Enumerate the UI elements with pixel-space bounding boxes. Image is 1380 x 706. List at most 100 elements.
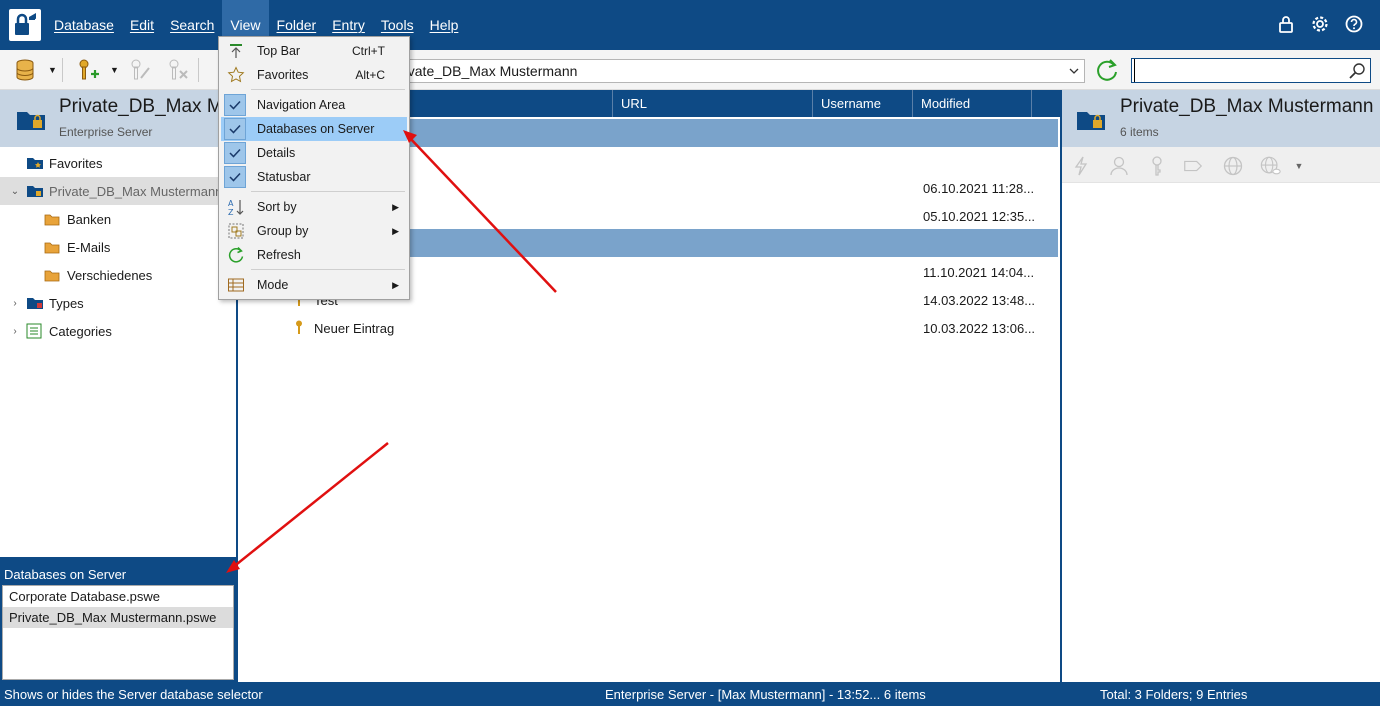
menu-help[interactable]: Help: [422, 0, 467, 50]
database-button[interactable]: ▼: [14, 56, 57, 84]
tree-item-types[interactable]: › Types: [0, 289, 236, 317]
key-delete-icon: [169, 59, 188, 80]
dropdown-arrow-icon[interactable]: ▼: [1288, 155, 1310, 177]
navigation-title: Private_DB_Max M...: [59, 96, 234, 117]
checkmark-icon: [224, 118, 246, 140]
menu-separator: [251, 269, 405, 270]
refresh-button[interactable]: [1094, 57, 1120, 83]
tree-item-label: Banken: [67, 211, 112, 227]
chevron-down-icon[interactable]: ⌄: [8, 186, 22, 197]
view-menu-shortcut: Ctrl+T: [352, 44, 385, 58]
folder-icon: [44, 239, 62, 255]
key-icon[interactable]: [1146, 155, 1168, 177]
lock-icon[interactable]: [1276, 14, 1296, 34]
view-menu-refresh[interactable]: Refresh: [221, 243, 407, 267]
view-menu-sort-by[interactable]: AZ Sort by ▶: [221, 195, 407, 219]
toolbar-separator: [198, 58, 199, 82]
folder-icon: [44, 267, 62, 283]
checkmark-icon: [224, 142, 246, 164]
tree-item-private-db[interactable]: ⌄ Private_DB_Max Mustermann: [0, 177, 236, 205]
details-panel: Private_DB_Max Mustermann 6 items ▼: [1062, 90, 1380, 682]
edit-entry-button[interactable]: [128, 56, 152, 84]
app-logo-icon: [9, 9, 41, 41]
chevron-right-icon[interactable]: ›: [8, 326, 22, 337]
chevron-right-icon[interactable]: ›: [8, 298, 22, 309]
chevron-down-icon[interactable]: [1068, 60, 1080, 82]
dropdown-arrow-icon: ▼: [48, 65, 57, 75]
status-totals: Total: 3 Folders; 9 Entries: [1100, 687, 1248, 702]
help-icon[interactable]: [1344, 14, 1364, 34]
tree-item-banken[interactable]: Banken: [0, 205, 236, 233]
row-modified: 06.10.2021 11:28...: [923, 181, 1035, 196]
navigation-subtitle: Enterprise Server: [59, 125, 153, 139]
delete-entry-button[interactable]: [166, 56, 190, 84]
row-modified: 11.10.2021 14:04...: [923, 265, 1035, 280]
status-server: Enterprise Server - [Max Mustermann] - 1…: [605, 687, 926, 702]
refresh-icon: [1097, 59, 1117, 81]
gear-icon[interactable]: [1310, 14, 1330, 34]
navigation-area: Private_DB_Max M... Enterprise Server Fa…: [0, 90, 236, 557]
view-menu-statusbar[interactable]: Statusbar: [221, 165, 407, 189]
view-menu-favorites[interactable]: Favorites Alt+C: [221, 63, 407, 87]
menu-edit[interactable]: Edit: [122, 0, 162, 50]
database-item-corporate[interactable]: Corporate Database.pswe: [3, 586, 233, 607]
database-icon: [16, 59, 34, 81]
details-title: Private_DB_Max Mustermann: [1120, 96, 1374, 117]
globe-link-icon[interactable]: [1260, 155, 1282, 177]
types-folder-icon: [26, 295, 44, 311]
view-menu-group-by[interactable]: Group by ▶: [221, 219, 407, 243]
checkmark-icon: [224, 166, 246, 188]
menu-search[interactable]: Search: [162, 0, 222, 50]
new-entry-button[interactable]: ▼: [76, 56, 119, 84]
search-field[interactable]: [1131, 58, 1371, 83]
search-input[interactable]: [1134, 59, 1344, 82]
column-url[interactable]: URL: [612, 90, 812, 117]
favorites-folder-icon: [26, 155, 44, 171]
globe-icon[interactable]: [1222, 155, 1244, 177]
tree-item-label: Types: [49, 295, 84, 311]
toolbar: ▼ ▼ rivate_DB_Max Mustermann: [0, 50, 1380, 90]
path-combobox-value: rivate_DB_Max Mustermann: [400, 63, 578, 79]
view-menu-top-bar[interactable]: Top Bar Ctrl+T: [221, 39, 407, 63]
menu-database[interactable]: Database: [46, 0, 122, 50]
view-menu-navigation-area[interactable]: Navigation Area: [221, 93, 407, 117]
refresh-icon: [223, 244, 249, 266]
svg-text:Z: Z: [228, 208, 234, 216]
details-header: Private_DB_Max Mustermann 6 items: [1062, 90, 1380, 147]
view-menu-label: Favorites: [257, 68, 309, 82]
key-icon: [294, 320, 304, 338]
view-menu-label: Navigation Area: [257, 98, 346, 112]
tag-icon[interactable]: [1182, 155, 1204, 177]
path-combobox[interactable]: rivate_DB_Max Mustermann: [397, 59, 1085, 83]
view-menu-label: Refresh: [257, 248, 301, 262]
column-modified[interactable]: Modified: [912, 90, 1032, 117]
navigation-header: Private_DB_Max M... Enterprise Server: [0, 90, 236, 147]
view-menu-mode[interactable]: Mode ▶: [221, 273, 407, 297]
tree-item-verschiedenes[interactable]: Verschiedenes: [0, 261, 236, 289]
tree-item-label: Private_DB_Max Mustermann: [49, 183, 223, 199]
view-menu-label: Statusbar: [257, 170, 311, 184]
search-icon[interactable]: [1348, 62, 1366, 83]
mode-icon: [223, 274, 249, 296]
view-menu-databases-on-server[interactable]: Databases on Server: [221, 117, 407, 141]
table-row[interactable]: Neuer Eintrag 10.03.2022 13:06...: [238, 314, 1058, 342]
tree-item-emails[interactable]: E-Mails: [0, 233, 236, 261]
view-menu-label: Mode: [257, 278, 289, 292]
view-menu-label: Group by: [257, 224, 309, 238]
lightning-icon[interactable]: [1070, 155, 1092, 177]
tree-item-favorites[interactable]: Favorites: [0, 149, 236, 177]
view-menu-details[interactable]: Details: [221, 141, 407, 165]
row-modified: 14.03.2022 13:48...: [923, 293, 1036, 308]
view-menu-shortcut: Alt+C: [355, 68, 385, 82]
column-username[interactable]: Username: [812, 90, 912, 117]
user-icon[interactable]: [1108, 155, 1130, 177]
database-folder-icon: [26, 183, 44, 199]
database-item-private[interactable]: Private_DB_Max Mustermann.pswe: [3, 607, 233, 628]
databases-on-server-panel: Databases on Server Corporate Database.p…: [0, 559, 236, 682]
menu-separator: [251, 191, 405, 192]
tree-item-label: Categories: [49, 323, 112, 339]
title-bar-icons: [1276, 14, 1364, 34]
view-menu-label: Top Bar: [257, 44, 301, 58]
tree-item-categories[interactable]: › Categories: [0, 317, 236, 345]
submenu-arrow-icon: ▶: [392, 279, 399, 290]
